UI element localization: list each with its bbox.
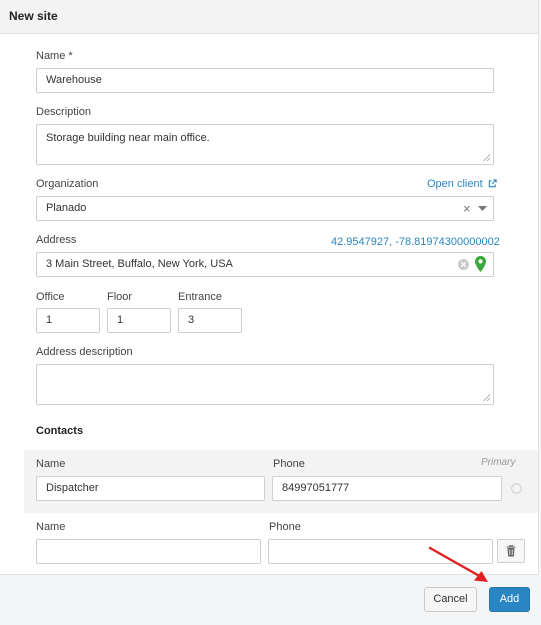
open-client-label: Open client: [427, 178, 483, 190]
contact-name-input[interactable]: Dispatcher: [36, 476, 265, 501]
floor-label: Floor: [107, 291, 133, 303]
office-label: Office: [36, 291, 65, 303]
primary-tag: Primary: [481, 457, 516, 468]
chevron-down-icon[interactable]: [478, 206, 487, 212]
organization-value: Planado: [46, 202, 87, 214]
dialog-header: New site: [0, 0, 538, 34]
clear-address-icon[interactable]: [458, 259, 469, 270]
name-input[interactable]: Warehouse: [36, 68, 494, 93]
description-value: Storage building near main office.: [46, 132, 210, 144]
contact-name-value: Dispatcher: [46, 482, 99, 494]
organization-select[interactable]: Planado ×: [36, 196, 494, 221]
contact-name-label: Name: [36, 458, 66, 470]
cancel-button[interactable]: Cancel: [424, 587, 477, 612]
contact-phone-value: 84997051777: [282, 482, 350, 494]
floor-input[interactable]: 1: [107, 308, 171, 333]
map-pin-icon[interactable]: [475, 256, 486, 272]
delete-contact-button[interactable]: [497, 539, 525, 563]
description-textarea[interactable]: Storage building near main office.: [36, 124, 494, 165]
office-input[interactable]: 1: [36, 308, 100, 333]
address-description-textarea[interactable]: [36, 364, 494, 405]
entrance-input[interactable]: 3: [178, 308, 242, 333]
address-description-label: Address description: [36, 346, 133, 358]
office-value: 1: [46, 314, 53, 326]
entrance-value: 3: [188, 314, 195, 326]
resize-grip-icon[interactable]: [483, 154, 490, 161]
annotation-arrow-icon: [428, 546, 488, 582]
address-label: Address: [36, 234, 77, 246]
floor-value: 1: [117, 314, 124, 326]
address-coordinates-link[interactable]: 42.9547927, -78.81974300000002: [331, 236, 500, 248]
external-link-icon: [488, 179, 497, 188]
resize-grip-icon[interactable]: [483, 394, 490, 401]
entrance-label: Entrance: [178, 291, 223, 303]
clear-icon[interactable]: ×: [463, 197, 471, 220]
radio-icon[interactable]: [511, 483, 522, 494]
dialog-title: New site: [9, 9, 58, 23]
new-site-dialog: New site Name * Warehouse Description St…: [0, 0, 539, 575]
description-label: Description: [36, 106, 92, 118]
open-client-link[interactable]: Open client: [427, 178, 497, 190]
contacts-title: Contacts: [36, 425, 84, 437]
address-value: 3 Main Street, Buffalo, New York, USA: [46, 258, 233, 270]
add-button[interactable]: Add: [489, 587, 530, 612]
contact-name-input[interactable]: [36, 539, 261, 564]
organization-label: Organization: [36, 178, 99, 190]
name-value: Warehouse: [46, 74, 102, 86]
contact-phone-input[interactable]: 84997051777: [272, 476, 502, 501]
contact-phone-label: Phone: [273, 458, 305, 470]
trash-icon: [506, 545, 516, 557]
contact-name-label: Name: [36, 521, 66, 533]
address-input[interactable]: 3 Main Street, Buffalo, New York, USA: [36, 252, 494, 277]
name-label: Name *: [36, 50, 73, 62]
contact-phone-label: Phone: [269, 521, 301, 533]
